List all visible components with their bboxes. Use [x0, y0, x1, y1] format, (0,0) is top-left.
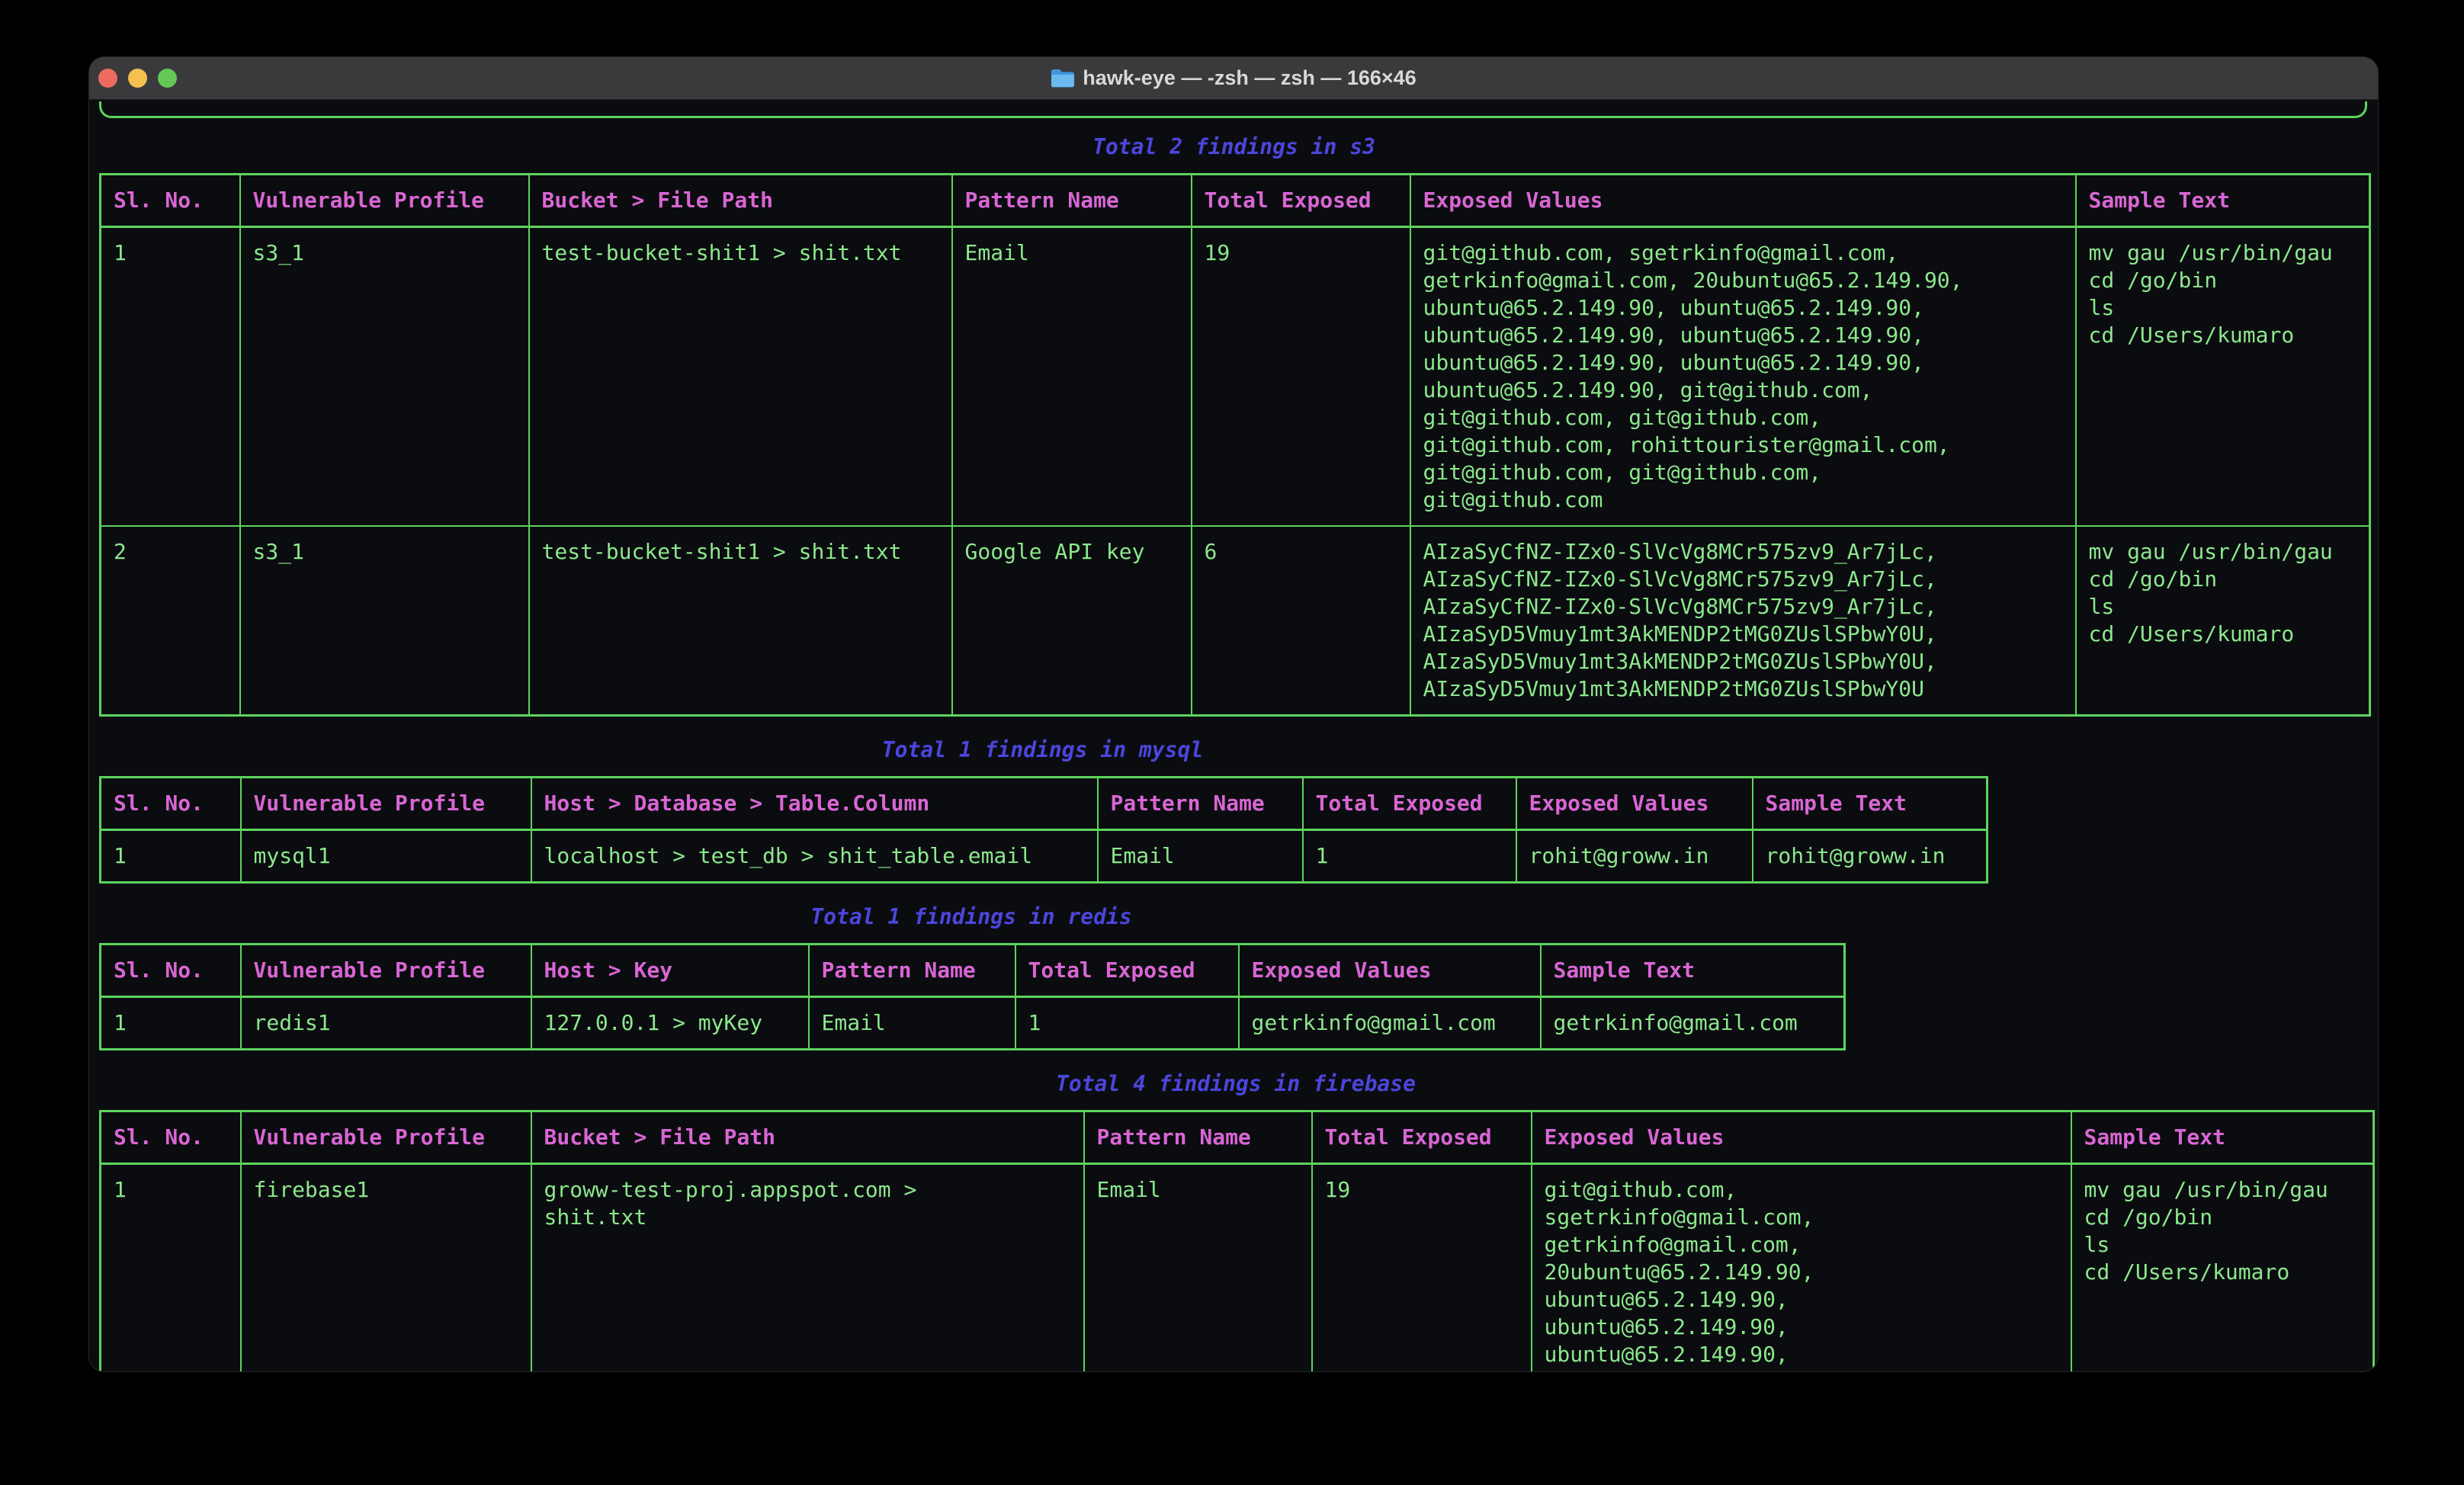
- column-header: Sl. No.: [101, 175, 240, 227]
- table-row: 1redis1127.0.0.1 > myKeyEmail1getrkinfo@…: [101, 997, 1845, 1050]
- table-row: 1mysql1localhost > test_db > shit_table.…: [101, 830, 1988, 883]
- table-cell: 1: [101, 830, 241, 883]
- column-header: Bucket > File Path: [531, 1111, 1084, 1164]
- terminal-window: hawk-eye — -zsh — zsh — 166×46 Total 2 f…: [89, 57, 2378, 1371]
- column-header: Total Exposed: [1312, 1111, 1532, 1164]
- table-cell: 19: [1192, 227, 1410, 527]
- column-header: Vulnerable Profile: [241, 945, 531, 997]
- table-cell: 127.0.0.1 > myKey: [531, 997, 809, 1050]
- table-row: 1firebase1groww-test-proj.appspot.com > …: [101, 1164, 2374, 1372]
- section-title-redis: Total 1 findings in redis: [99, 903, 1843, 931]
- table-cell: mv gau /usr/bin/gau cd /go/bin ls cd /Us…: [2071, 1164, 2374, 1372]
- column-header: Pattern Name: [952, 175, 1192, 227]
- table-cell: mv gau /usr/bin/gau cd /go/bin ls cd /Us…: [2076, 227, 2370, 527]
- column-header: Sample Text: [1753, 778, 1988, 830]
- window-title-container: hawk-eye — -zsh — zsh — 166×46: [89, 57, 2378, 99]
- findings-section-redis: Total 1 findings in redis Sl. No.Vulnerab…: [99, 903, 2368, 1050]
- table-cell: 1: [101, 997, 241, 1050]
- column-header: Vulnerable Profile: [241, 1111, 531, 1164]
- table-cell: Email: [809, 997, 1015, 1050]
- header-row: Sl. No.Vulnerable ProfileBucket > File P…: [101, 175, 2370, 227]
- table-cell: 19: [1312, 1164, 1532, 1372]
- table-cell: getrkinfo@gmail.com: [1541, 997, 1845, 1050]
- header-row: Sl. No.Vulnerable ProfileHost > KeyPatte…: [101, 945, 1845, 997]
- findings-section-firebase: Total 4 findings in firebaseSl. No.Vulne…: [99, 1070, 2368, 1371]
- window-title: hawk-eye — -zsh — zsh — 166×46: [1083, 66, 1416, 90]
- findings-section-s3: Total 2 findings in s3 Sl. No.Vulnerable …: [99, 133, 2368, 717]
- column-header: Vulnerable Profile: [241, 778, 531, 830]
- table-cell: 1: [1015, 997, 1239, 1050]
- section-title-mysql: Total 1 findings in mysql: [99, 736, 1986, 764]
- header-row: Sl. No.Vulnerable ProfileBucket > File P…: [101, 1111, 2374, 1164]
- table-cell: s3_1: [240, 227, 529, 527]
- column-header: Pattern Name: [1098, 778, 1303, 830]
- column-header: Sl. No.: [101, 778, 241, 830]
- table-cell: git@github.com, sgetrkinfo@gmail.com, ge…: [1532, 1164, 2071, 1372]
- table-cell: Email: [1098, 830, 1303, 883]
- column-header: Total Exposed: [1303, 778, 1516, 830]
- header-row: Sl. No.Vulnerable ProfileHost > Database…: [101, 778, 1988, 830]
- desktop-background: { "window": { "title": "hawk-eye — -zsh …: [0, 0, 2464, 1485]
- column-header: Sl. No.: [101, 945, 241, 997]
- column-header: Exposed Values: [1532, 1111, 2071, 1164]
- table-cell: test-bucket-shit1 > shit.txt: [529, 227, 952, 527]
- table-cell: git@github.com, sgetrkinfo@gmail.com, ge…: [1410, 227, 2076, 527]
- table-row: 1s3_1test-bucket-shit1 > shit.txtEmail19…: [101, 227, 2370, 527]
- zoom-button[interactable]: [158, 69, 177, 88]
- column-header: Sample Text: [2071, 1111, 2374, 1164]
- table-cell: 1: [1303, 830, 1516, 883]
- column-header: Sl. No.: [101, 1111, 241, 1164]
- section-title-firebase: Total 4 findings in firebase: [99, 1070, 2373, 1098]
- terminal-body[interactable]: Total 2 findings in s3Sl. No.Vulnerable …: [89, 100, 2378, 1371]
- column-header: Total Exposed: [1015, 945, 1239, 997]
- folder-icon: [1051, 68, 1075, 88]
- table-cell: AIzaSyCfNZ-IZx0-SlVcVg8MCr575zv9_Ar7jLc,…: [1410, 526, 2076, 716]
- titlebar[interactable]: hawk-eye — -zsh — zsh — 166×46: [89, 57, 2378, 100]
- column-header: Host > Key: [531, 945, 809, 997]
- findings-table-s3: Sl. No.Vulnerable ProfileBucket > File P…: [99, 173, 2371, 717]
- window-controls: [89, 69, 177, 88]
- table-cell: s3_1: [240, 526, 529, 716]
- table-cell: redis1: [241, 997, 531, 1050]
- table-row: 2s3_1test-bucket-shit1 > shit.txtGoogle …: [101, 526, 2370, 716]
- close-button[interactable]: [98, 69, 117, 88]
- section-title-s3: Total 2 findings in s3: [99, 133, 2369, 161]
- findings-table-firebase: Sl. No.Vulnerable ProfileBucket > File P…: [99, 1110, 2375, 1371]
- findings-table-mysql: Sl. No.Vulnerable ProfileHost > Database…: [99, 776, 1988, 884]
- table-cell: 2: [101, 526, 240, 716]
- table-cell: Email: [952, 227, 1192, 527]
- findings-section-mysql: Total 1 findings in mysql Sl. No.Vulnerab…: [99, 736, 2368, 884]
- table-cell: groww-test-proj.appspot.com > shit.txt: [531, 1164, 1084, 1372]
- table-cell: firebase1: [241, 1164, 531, 1372]
- column-header: Bucket > File Path: [529, 175, 952, 227]
- table-cell: Email: [1084, 1164, 1312, 1372]
- table-cell: 1: [101, 1164, 241, 1372]
- column-header: Total Exposed: [1192, 175, 1410, 227]
- column-header: Pattern Name: [1084, 1111, 1312, 1164]
- findings-sections: Total 2 findings in s3Sl. No.Vulnerable …: [99, 133, 2368, 1371]
- table-cell: mysql1: [241, 830, 531, 883]
- table-cell: test-bucket-shit1 > shit.txt: [529, 526, 952, 716]
- column-header: Exposed Values: [1410, 175, 2076, 227]
- column-header: Vulnerable Profile: [240, 175, 529, 227]
- column-header: Sample Text: [2076, 175, 2370, 227]
- previous-output-box-bottom: [99, 101, 2367, 118]
- table-cell: rohit@groww.in: [1753, 830, 1988, 883]
- table-cell: localhost > test_db > shit_table.email: [531, 830, 1098, 883]
- table-cell: getrkinfo@gmail.com: [1239, 997, 1541, 1050]
- column-header: Exposed Values: [1239, 945, 1541, 997]
- table-cell: mv gau /usr/bin/gau cd /go/bin ls cd /Us…: [2076, 526, 2370, 716]
- findings-table-redis: Sl. No.Vulnerable ProfileHost > KeyPatte…: [99, 943, 1846, 1050]
- column-header: Exposed Values: [1516, 778, 1753, 830]
- column-header: Sample Text: [1541, 945, 1845, 997]
- table-cell: Google API key: [952, 526, 1192, 716]
- table-cell: rohit@groww.in: [1516, 830, 1753, 883]
- column-header: Pattern Name: [809, 945, 1015, 997]
- column-header: Host > Database > Table.Column: [531, 778, 1098, 830]
- table-cell: 6: [1192, 526, 1410, 716]
- minimize-button[interactable]: [128, 69, 147, 88]
- table-cell: 1: [101, 227, 240, 527]
